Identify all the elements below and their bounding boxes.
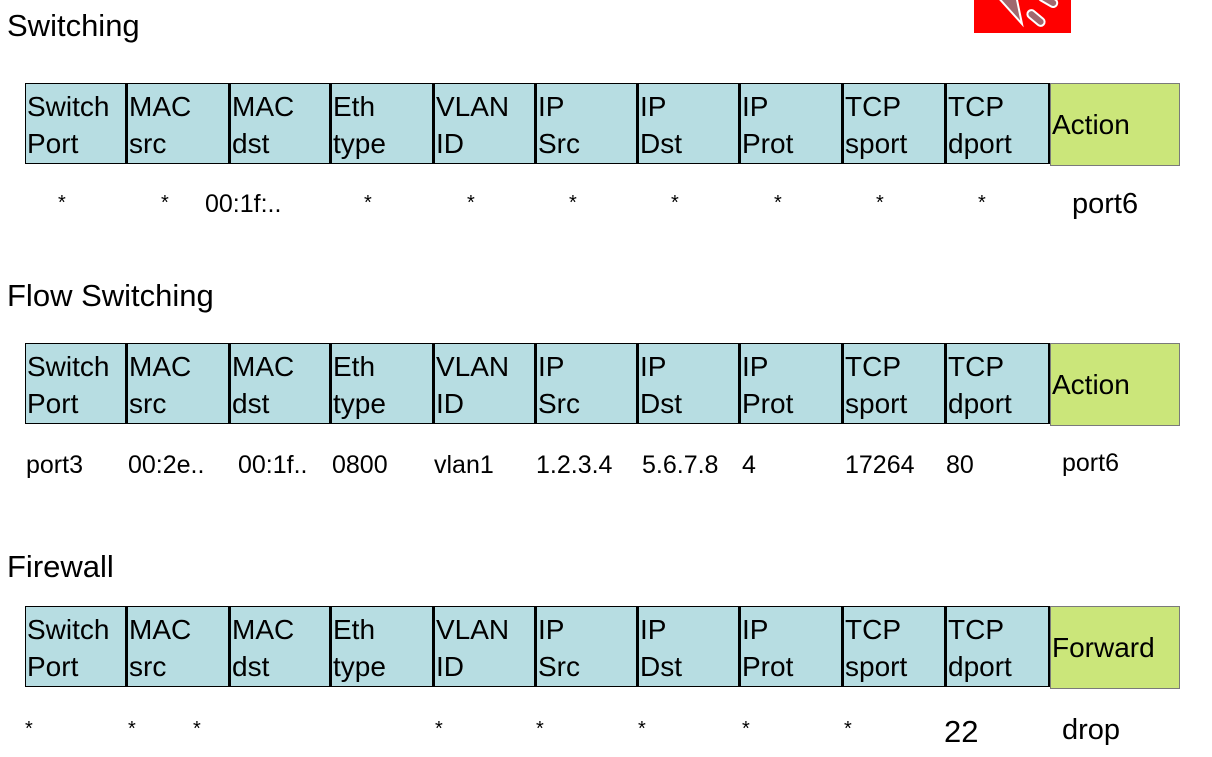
header-cell-mac-dst: MAC dst <box>230 83 331 164</box>
action-value: port6 <box>1072 188 1139 220</box>
header-cell-switch-port: Switch Port <box>25 606 127 687</box>
flow-table-header: Switch Port MAC src MAC dst Eth type VLAN ID… <box>25 83 1180 166</box>
header-cell-switch-port: Switch Port <box>25 83 127 164</box>
header-cell-mac-src: MAC src <box>127 343 230 424</box>
action-header-cell: Action <box>1050 83 1180 166</box>
field-value: 17264 <box>845 451 915 479</box>
field-value: port3 <box>26 451 83 479</box>
field-value: * <box>569 192 577 214</box>
field-value: * <box>978 192 986 214</box>
section-title: Firewall <box>7 549 114 584</box>
header-cell-tcp-sport: TCP sport <box>843 83 946 164</box>
header-cell-ip-src: IP Src <box>536 83 638 164</box>
header-cell-mac-dst: MAC dst <box>230 606 331 687</box>
header-cell-ip-src: IP Src <box>536 606 638 687</box>
field-value: 80 <box>946 451 974 479</box>
field-value: * <box>193 718 201 740</box>
header-cell-vlan-id: VLAN ID <box>434 606 536 687</box>
field-value: * <box>638 718 646 740</box>
header-cell-ip-prot: IP Prot <box>740 83 843 164</box>
header-cell-ip-prot: IP Prot <box>740 606 843 687</box>
header-cell-eth-type: Eth type <box>331 343 434 424</box>
header-cell-mac-src: MAC src <box>127 83 230 164</box>
field-value: 00:1f.. <box>238 451 308 479</box>
header-cell-vlan-id: VLAN ID <box>434 83 536 164</box>
field-value: 1.2.3.4 <box>536 451 613 479</box>
field-value: 5.6.7.8 <box>642 451 719 479</box>
field-value: * <box>536 718 544 740</box>
field-value: 00:1f:.. <box>205 190 282 218</box>
action-value: drop <box>1062 714 1121 746</box>
field-value: * <box>364 192 372 214</box>
header-cell-tcp-dport: TCP dport <box>946 343 1050 424</box>
field-value: * <box>25 718 33 740</box>
field-value: * <box>774 192 782 214</box>
action-header-cell: Forward <box>1050 606 1180 689</box>
field-value: 4 <box>742 451 756 479</box>
flow-table-header: Switch Port MAC src MAC dst Eth type VLAN ID… <box>25 606 1180 689</box>
field-value: vlan1 <box>434 451 494 479</box>
header-cell-tcp-sport: TCP sport <box>843 343 946 424</box>
header-cell-vlan-id: VLAN ID <box>434 343 536 424</box>
field-value: * <box>161 192 169 214</box>
section-title: Flow Switching <box>7 278 214 313</box>
action-value: port6 <box>1062 449 1119 477</box>
header-cell-mac-src: MAC src <box>127 606 230 687</box>
flow-table-header: Switch Port MAC src MAC dst Eth type VLAN ID… <box>25 343 1180 426</box>
field-value: * <box>467 192 475 214</box>
field-value: * <box>876 192 884 214</box>
header-cell-ip-dst: IP Dst <box>638 83 740 164</box>
megaphone-icon <box>974 0 1071 33</box>
field-value: * <box>742 718 750 740</box>
field-value: * <box>844 718 852 740</box>
field-value: * <box>58 192 66 214</box>
header-cell-eth-type: Eth type <box>331 83 434 164</box>
header-cell-ip-prot: IP Prot <box>740 343 843 424</box>
field-value: 22 <box>944 714 979 749</box>
section-title: Switching <box>7 8 140 43</box>
header-cell-ip-dst: IP Dst <box>638 343 740 424</box>
header-cell-ip-src: IP Src <box>536 343 638 424</box>
field-value: * <box>128 718 136 740</box>
header-cell-switch-port: Switch Port <box>25 343 127 424</box>
header-cell-tcp-dport: TCP dport <box>946 83 1050 164</box>
field-value: * <box>435 718 443 740</box>
header-cell-tcp-dport: TCP dport <box>946 606 1050 687</box>
header-cell-tcp-sport: TCP sport <box>843 606 946 687</box>
action-header-cell: Action <box>1050 343 1180 426</box>
field-value: 0800 <box>332 451 388 479</box>
field-value: 00:2e.. <box>128 451 205 479</box>
field-value: * <box>671 192 679 214</box>
header-cell-ip-dst: IP Dst <box>638 606 740 687</box>
header-cell-eth-type: Eth type <box>331 606 434 687</box>
header-cell-mac-dst: MAC dst <box>230 343 331 424</box>
